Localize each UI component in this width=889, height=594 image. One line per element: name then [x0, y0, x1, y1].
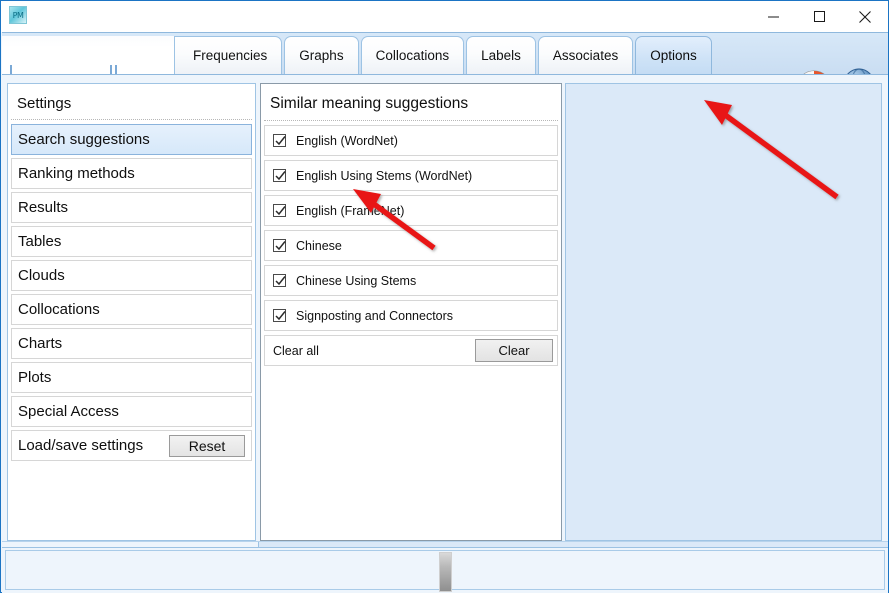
window-controls [750, 1, 888, 32]
application-window: PM Frequencies Graphs Collocations Label… [0, 0, 889, 593]
sidebar-item-clouds[interactable]: Clouds [11, 260, 252, 291]
sidebar-item-label: Special Access [18, 403, 119, 420]
option-label: Signposting and Connectors [296, 308, 454, 323]
option-label: English (WordNet) [296, 133, 398, 148]
option-label: English (FrameNet) [296, 203, 405, 218]
tab-graphs[interactable]: Graphs [284, 36, 359, 74]
sidebar-item-ranking-methods[interactable]: Ranking methods [11, 158, 252, 189]
tab-label: Graphs [299, 48, 344, 63]
clear-all-label: Clear all [273, 343, 319, 358]
sidebar-header-settings: Settings [11, 88, 252, 120]
tab-collocations[interactable]: Collocations [360, 36, 465, 74]
clear-button-label: Clear [498, 343, 530, 358]
option-row-chinese-using-stems[interactable]: Chinese Using Stems [264, 265, 558, 296]
title-bar: PM [1, 1, 888, 32]
sidebar-item-label: Settings [17, 95, 72, 112]
sidebar-item-load-save-settings[interactable]: Load/save settings Reset [11, 430, 252, 461]
option-row-english-wordnet[interactable]: English (WordNet) [264, 125, 558, 156]
tab-strip: Frequencies Graphs Collocations Labels A… [2, 32, 888, 106]
tab-edge-tick [110, 65, 112, 74]
sidebar-item-label: Tables [18, 233, 62, 250]
tab-label: Associates [552, 48, 619, 63]
tab-edge-tick [10, 65, 12, 74]
checkbox-english-framenet[interactable] [273, 204, 286, 217]
sidebar-item-label: Charts [18, 335, 63, 352]
checkbox-english-using-stems-wordnet[interactable] [273, 169, 286, 182]
sidebar-item-label: Ranking methods [18, 165, 135, 182]
tab-label: Frequencies [193, 48, 268, 63]
checkbox-signposting-and-connectors[interactable] [273, 309, 286, 322]
tab-overflow-area [2, 36, 199, 74]
panel-title: Similar meaning suggestions [264, 88, 558, 121]
sidebar-item-label: Clouds [18, 267, 65, 284]
tab-edge-tick [115, 65, 117, 74]
sidebar-item-label: Load/save settings [18, 437, 144, 454]
similar-meaning-suggestions-panel: Similar meaning suggestions English (Wor… [260, 83, 562, 541]
option-label: English Using Stems (WordNet) [296, 168, 473, 183]
clear-button[interactable]: Clear [475, 339, 553, 362]
tab-options[interactable]: Options [635, 36, 712, 74]
tab-associates[interactable]: Associates [537, 36, 634, 74]
tab-label: Collocations [375, 48, 450, 63]
maximize-button[interactable] [796, 1, 842, 32]
sidebar-item-label: Collocations [18, 301, 100, 318]
option-label: Chinese [296, 238, 342, 253]
sidebar-item-results[interactable]: Results [11, 192, 252, 223]
sidebar-item-special-access[interactable]: Special Access [11, 396, 252, 427]
sidebar-item-label: Results [18, 199, 69, 216]
sidebar-item-plots[interactable]: Plots [11, 362, 252, 393]
sidebar-item-label: Plots [18, 369, 52, 386]
right-empty-panel [565, 83, 882, 541]
checkbox-chinese[interactable] [273, 239, 286, 252]
option-row-chinese[interactable]: Chinese [264, 230, 558, 261]
checkbox-english-wordnet[interactable] [273, 134, 286, 147]
vertical-splitter-grip[interactable] [439, 552, 452, 592]
sidebar-item-collocations[interactable]: Collocations [11, 294, 252, 325]
content-area: Settings Search suggestions Ranking meth… [2, 74, 888, 547]
close-button[interactable] [842, 1, 888, 32]
clear-all-row: Clear all Clear [264, 335, 558, 366]
sidebar-item-charts[interactable]: Charts [11, 328, 252, 359]
tab-frequencies[interactable]: Frequencies [174, 36, 283, 74]
tab-label: Options [650, 48, 697, 63]
sidebar-item-tables[interactable]: Tables [11, 226, 252, 257]
sidebar-item-search-suggestions[interactable]: Search suggestions [11, 124, 252, 155]
option-row-signposting-and-connectors[interactable]: Signposting and Connectors [264, 300, 558, 331]
tab-labels[interactable]: Labels [466, 36, 536, 74]
option-row-english-framenet[interactable]: English (FrameNet) [264, 195, 558, 226]
tab-label: Labels [481, 48, 521, 63]
reset-button[interactable]: Reset [169, 434, 245, 457]
sidebar-item-label: Search suggestions [18, 131, 150, 148]
minimize-button[interactable] [750, 1, 796, 32]
tab-list: Frequencies Graphs Collocations Labels A… [174, 36, 714, 75]
reset-button-label: Reset [188, 437, 226, 454]
option-label: Chinese Using Stems [296, 273, 417, 288]
checkbox-chinese-using-stems[interactable] [273, 274, 286, 287]
option-row-english-using-stems-wordnet[interactable]: English Using Stems (WordNet) [264, 160, 558, 191]
settings-sidebar: Settings Search suggestions Ranking meth… [7, 83, 256, 541]
app-icon: PM [9, 6, 27, 24]
